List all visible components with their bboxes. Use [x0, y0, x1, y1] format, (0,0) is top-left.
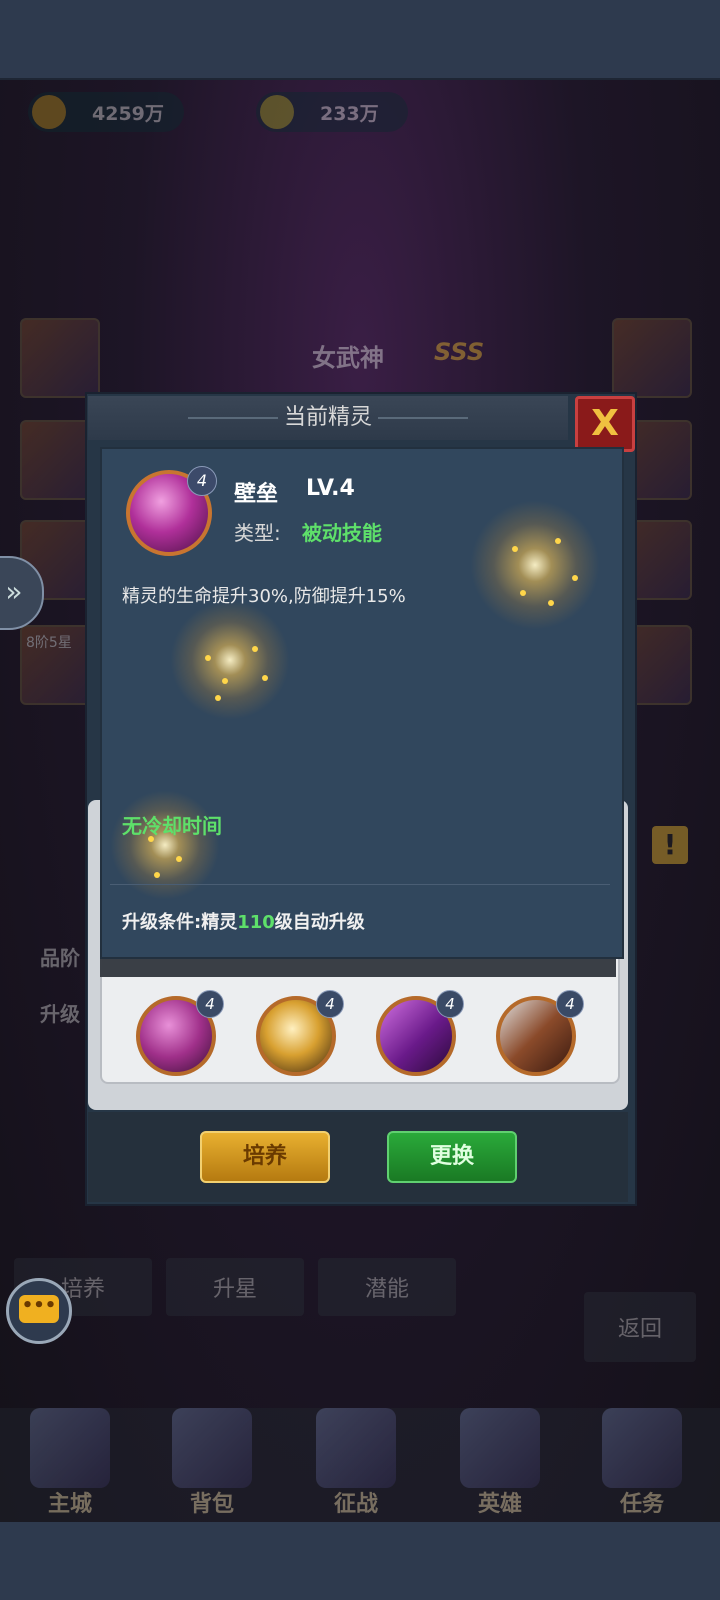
upgrade-level: 110: [237, 912, 275, 933]
nav-label: 任务: [619, 1492, 664, 1517]
status-bar: [0, 0, 720, 80]
castle-icon: [30, 1408, 110, 1488]
nav-campaign[interactable]: 征战: [296, 1408, 416, 1518]
sparkle-dot: [520, 590, 526, 596]
nav-quests[interactable]: 任务: [582, 1408, 702, 1518]
hero-card[interactable]: [612, 318, 692, 398]
gem-amount: 233万: [320, 102, 379, 125]
slot-level-badge: 4: [316, 990, 344, 1018]
sprite-level-badge: 4: [187, 466, 217, 496]
sparkle-dot: [176, 856, 182, 862]
bottom-nav: 主城 背包 征战 英雄 任务: [0, 1408, 720, 1522]
nav-label: 征战: [333, 1492, 378, 1517]
back-label: 返回: [617, 1317, 662, 1342]
sprite-slot-golden-burst[interactable]: 4: [256, 990, 344, 1076]
sprite-slot-purple-slash[interactable]: 4: [376, 990, 464, 1076]
type-value: 被动技能: [302, 521, 382, 545]
sprite-slot-axe[interactable]: 4: [496, 990, 584, 1076]
sparkle-effect: [170, 600, 290, 720]
popup-title: 当前精灵: [88, 396, 568, 440]
gold-resource: 4259万: [28, 92, 184, 132]
sparkle-effect: [470, 500, 600, 630]
back-button[interactable]: 返回: [584, 1292, 696, 1362]
hero-card[interactable]: [20, 318, 100, 398]
nav-bag[interactable]: 背包: [152, 1408, 272, 1518]
slot-level-badge: 4: [436, 990, 464, 1018]
hero-rank: SSS: [434, 338, 485, 366]
sparkle-dot: [548, 600, 554, 606]
nav-heroes[interactable]: 英雄: [440, 1408, 560, 1518]
upgrade-suffix: 级自动升级: [274, 912, 365, 933]
popup-button-bar: [88, 1112, 628, 1202]
sprite-description: 精灵的生命提升30%,防御提升15%: [122, 586, 406, 607]
close-button[interactable]: X: [575, 396, 635, 452]
tab-potential[interactable]: 潜能: [318, 1258, 456, 1316]
train-button[interactable]: 培养: [200, 1131, 330, 1183]
quality-label: 品阶: [40, 946, 80, 970]
scroll-icon: [602, 1408, 682, 1488]
upgrade-label: 升级: [40, 1002, 80, 1026]
upgrade-prefix: 升级条件:精灵: [122, 912, 238, 933]
sparkle-dot: [154, 872, 160, 878]
sparkle-dot: [252, 646, 258, 652]
nav-label: 英雄: [477, 1492, 522, 1517]
helmet-icon: [460, 1408, 540, 1488]
double-chevron-icon: »: [5, 575, 23, 608]
gem-bag-icon: [260, 95, 294, 129]
gem-resource: 233万: [256, 92, 408, 132]
swap-button[interactable]: 更换: [387, 1131, 517, 1183]
sparkle-dot: [205, 655, 211, 661]
info-icon[interactable]: !: [652, 826, 688, 864]
system-nav-bar: [0, 1522, 720, 1600]
sprite-level: LV.4: [306, 476, 355, 501]
chest-icon: [172, 1408, 252, 1488]
upgrade-condition: 升级条件:精灵110级自动升级: [122, 908, 365, 934]
slot-level-badge: 4: [556, 990, 584, 1018]
gold-amount: 4259万: [92, 102, 164, 125]
portal-icon: [316, 1408, 396, 1488]
divider: [110, 884, 610, 885]
sparkle-dot: [555, 538, 561, 544]
sprite-slot-purple-orb[interactable]: 4: [136, 990, 224, 1076]
tab-star-up[interactable]: 升星: [166, 1258, 304, 1316]
sprite-name: 壁垒: [234, 482, 279, 507]
sparkle-dot: [572, 575, 578, 581]
slot-level-badge: 4: [196, 990, 224, 1018]
nav-main-city[interactable]: 主城: [10, 1408, 130, 1518]
type-label: 类型:: [234, 521, 281, 545]
hero-card-note: 8阶5星: [26, 635, 72, 651]
sparkle-dot: [215, 695, 221, 701]
chat-bubble-icon: •••: [19, 1295, 59, 1323]
chat-button[interactable]: •••: [6, 1278, 72, 1344]
cooldown-text: 无冷却时间: [122, 814, 222, 838]
nav-label: 主城: [47, 1492, 92, 1517]
sparkle-dot: [222, 678, 228, 684]
sparkle-dot: [512, 546, 518, 552]
nav-label: 背包: [189, 1492, 234, 1517]
hero-name: 女武神: [312, 344, 384, 372]
gold-coin-icon: [32, 95, 66, 129]
sparkle-dot: [262, 675, 268, 681]
